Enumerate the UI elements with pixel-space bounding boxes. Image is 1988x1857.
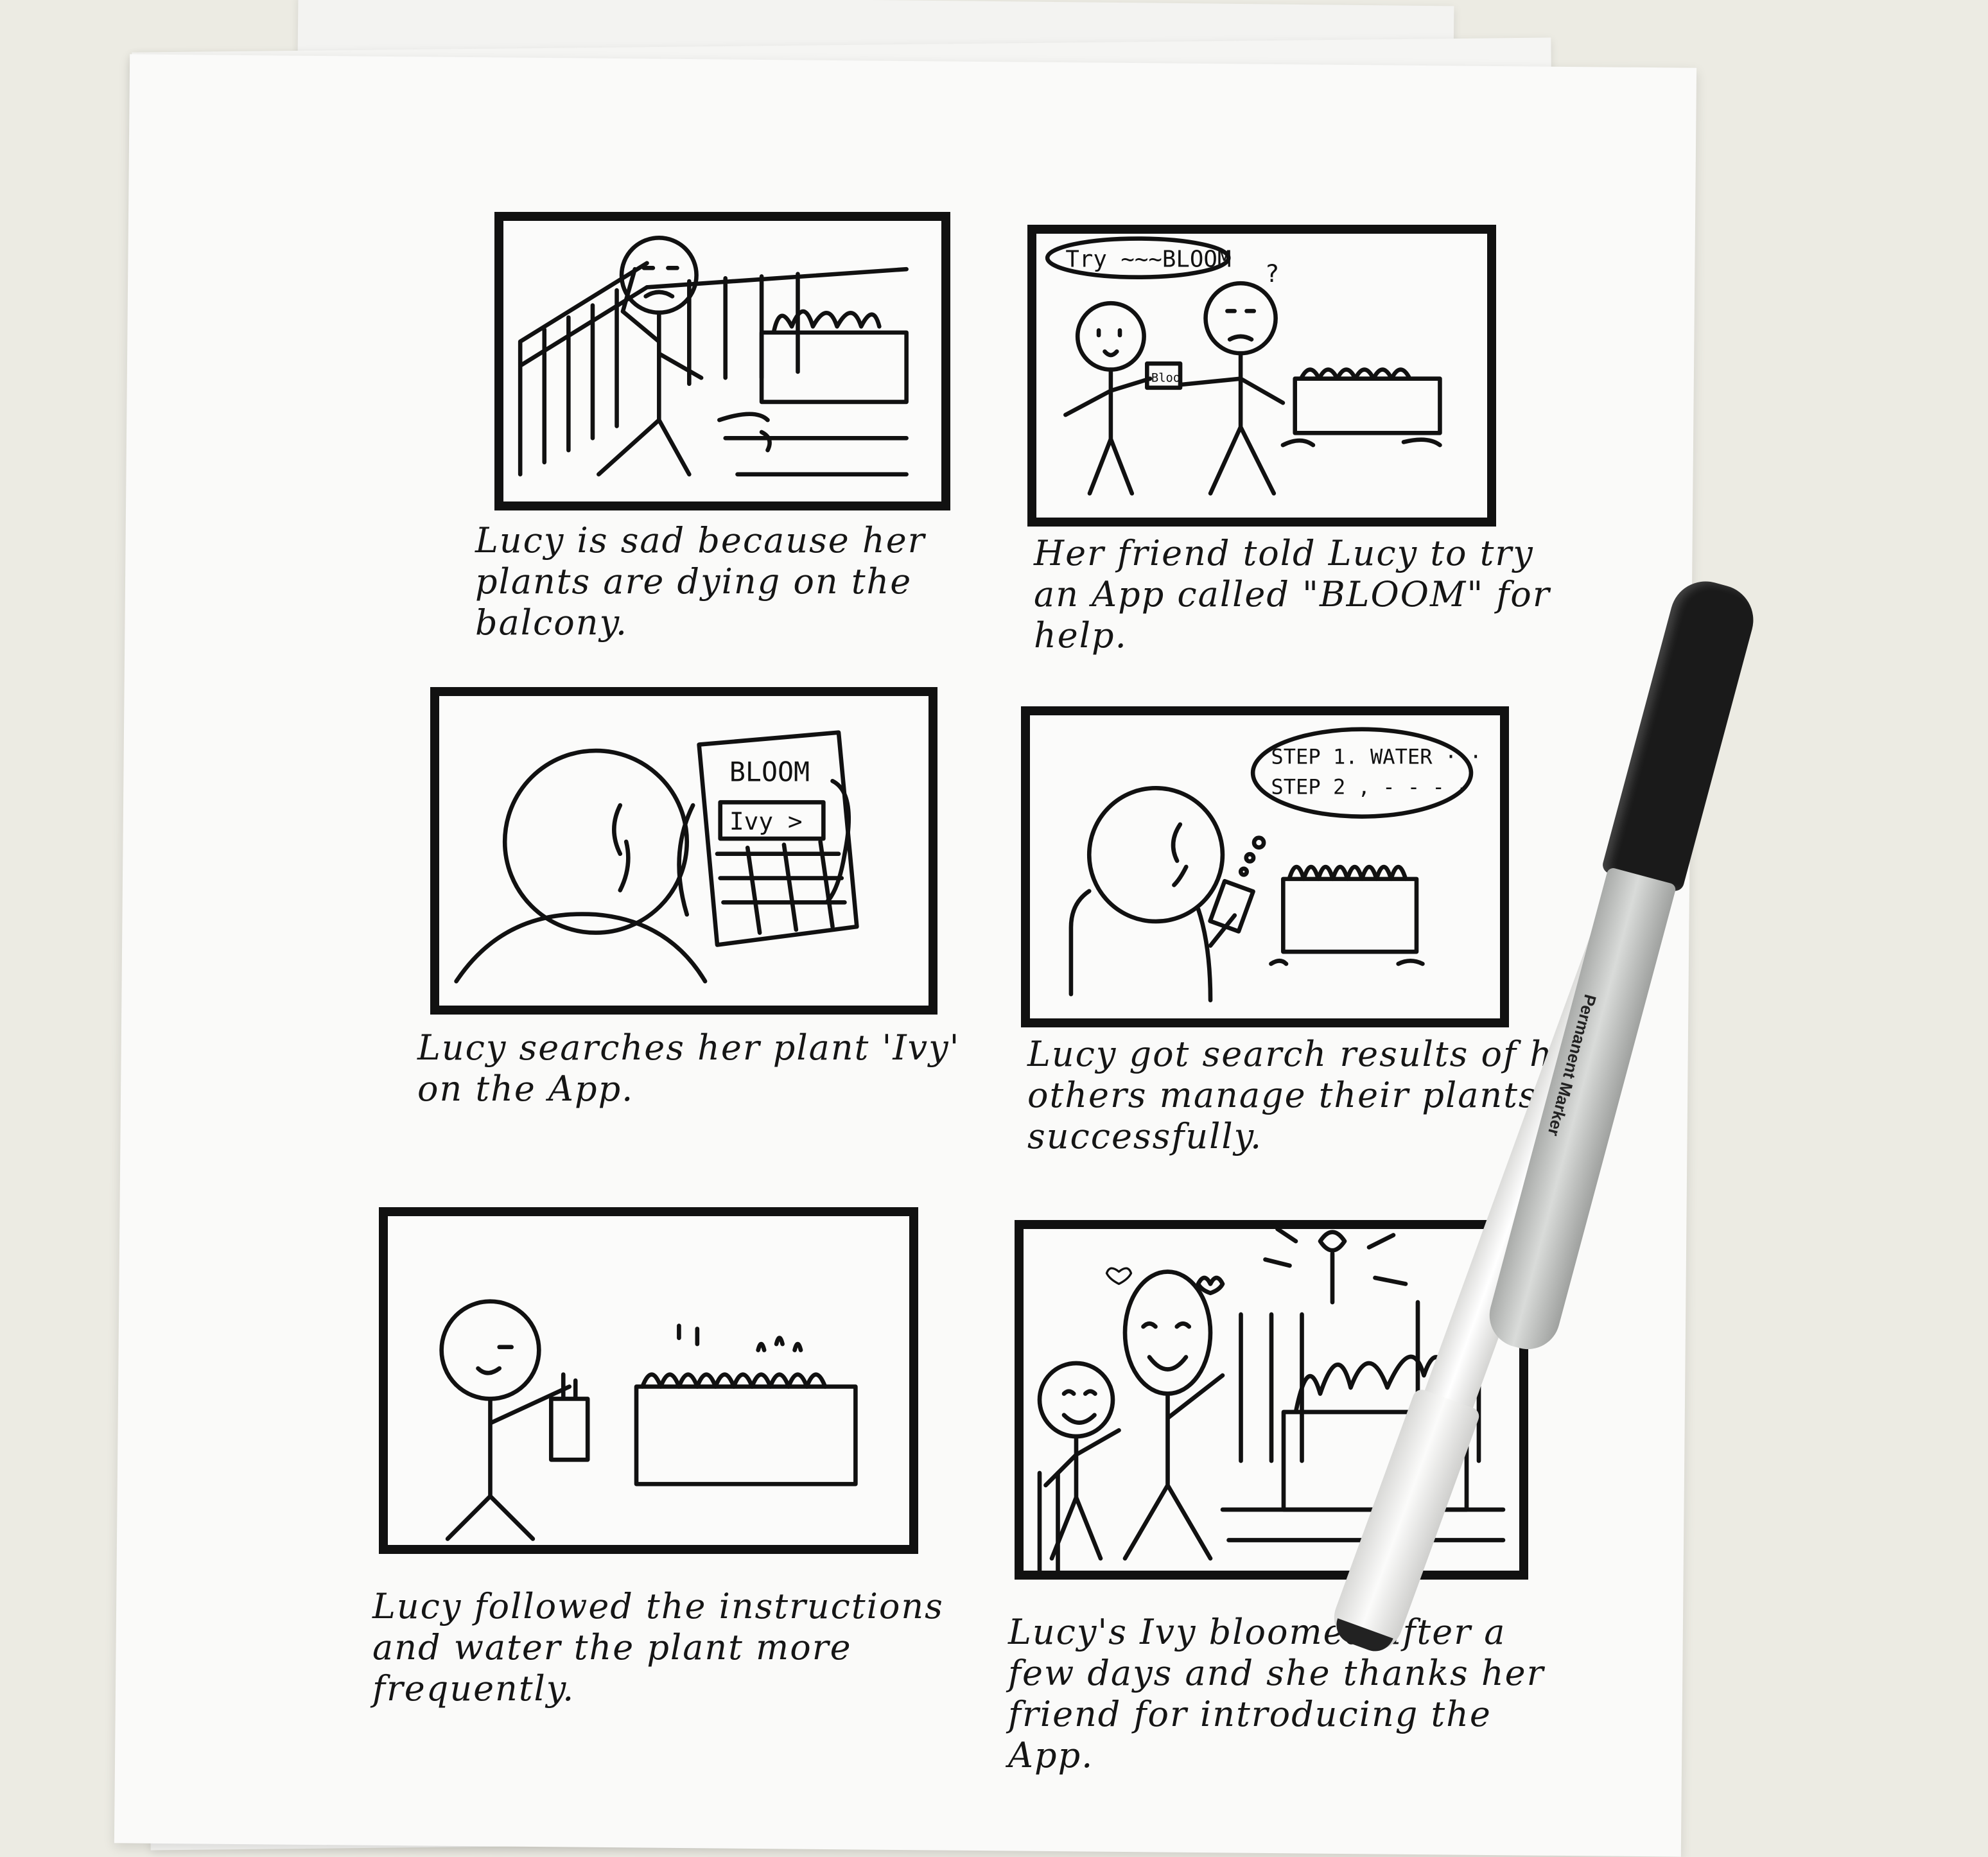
panel-1-caption: Lucy is sad because her plants are dying… xyxy=(475,520,926,643)
speech-bubble-text: Try ~~~BLOOM xyxy=(1065,247,1231,273)
friend-suggests-app-drawing: Try ~~~BLOOM ? Bloo xyxy=(1045,236,1442,496)
storyboard-panel-5 xyxy=(379,1207,918,1554)
thought-line-2: STEP 2 , - - - - xyxy=(1271,775,1469,799)
phone-label: Bloo xyxy=(1151,371,1180,385)
storyboard-panel-4: STEP 1. WATER ··· STEP 2 , - - - - xyxy=(1021,706,1509,1027)
storyboard-panel-3: BLOOM Ivy > xyxy=(430,687,937,1015)
storyboard-panel-1 xyxy=(494,212,950,510)
thought-line-1: STEP 1. WATER ··· xyxy=(1271,745,1481,769)
lucy-watering-plant-drawing xyxy=(439,1299,858,1541)
panel-5-caption: Lucy followed the instructions and water… xyxy=(372,1586,944,1709)
sad-lucy-drawing xyxy=(518,236,909,476)
search-field-text: Ivy > xyxy=(729,807,803,835)
lucy-reading-results-drawing: STEP 1. WATER ··· STEP 2 , - - - - xyxy=(1068,727,1482,1002)
marker-label: Permanent Marker xyxy=(1544,992,1601,1138)
question-mark: ? xyxy=(1265,259,1280,288)
storyboard-panel-2: Try ~~~BLOOM ? Bloo xyxy=(1027,225,1496,527)
app-title-text: BLOOM xyxy=(729,756,810,787)
panel-3-caption: Lucy searches her plant 'Ivy' on the App… xyxy=(417,1027,961,1109)
panel-2-caption: Her friend told Lucy to try an App calle… xyxy=(1034,533,1551,656)
panel-6-caption: Lucy's Ivy bloomed after a few days and … xyxy=(1008,1612,1545,1775)
lucy-searching-app-drawing: BLOOM Ivy > xyxy=(454,730,859,984)
